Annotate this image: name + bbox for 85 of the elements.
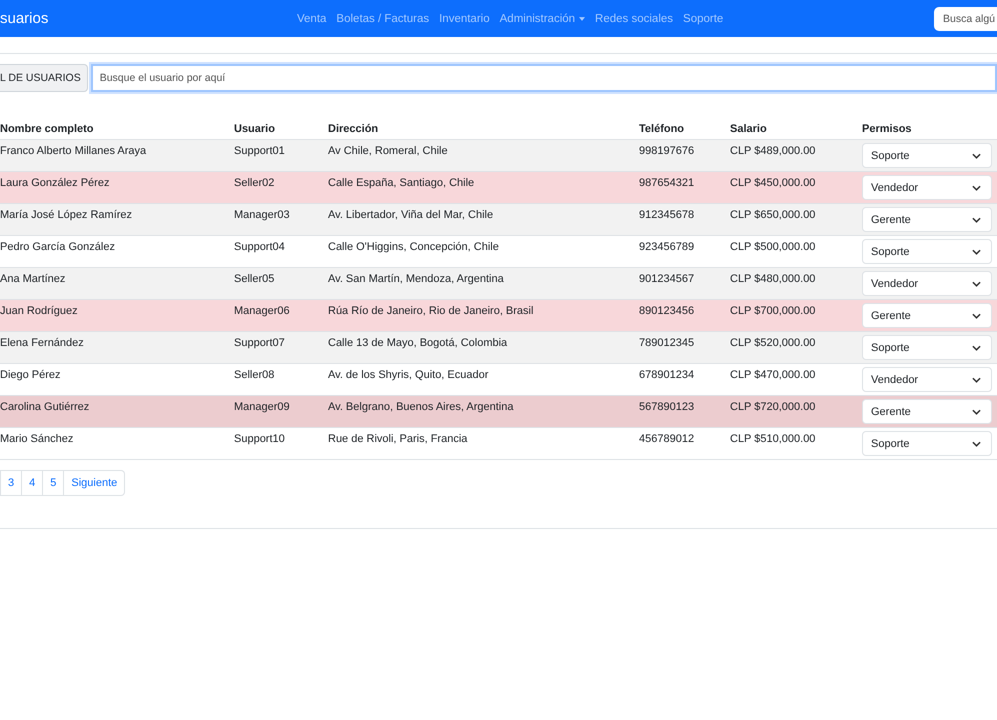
caret-icon <box>579 16 586 20</box>
table-cell: 678901234 <box>639 369 694 381</box>
search-field[interactable]: Busca algú <box>934 6 997 30</box>
table-cell: 789012345 <box>639 337 694 349</box>
chevron-down-icon <box>972 248 981 254</box>
table-cell: María José López Ramírez <box>0 209 132 221</box>
chevron-down-icon <box>972 376 981 382</box>
table-cell: Av. San Martín, Mendoza, Argentina <box>328 273 504 285</box>
table-cell: CLP $489,000.00 <box>730 145 816 157</box>
table-cell: Av. de los Shyris, Quito, Ecuador <box>328 369 488 381</box>
permission-select[interactable]: Soporte <box>862 239 992 264</box>
table-cell: Manager03 <box>234 209 290 221</box>
permission-select[interactable]: Vendedor <box>862 175 992 200</box>
chevron-down-icon <box>972 312 981 318</box>
column-header: Salario <box>730 123 767 135</box>
permission-select[interactable]: Vendedor <box>862 367 992 392</box>
table-cell: 890123456 <box>639 305 694 317</box>
table-cell: CLP $650,000.00 <box>730 209 816 221</box>
table-cell: Ana Martínez <box>0 273 66 285</box>
table-cell: Rue de Rivoli, Paris, Francia <box>328 433 468 445</box>
table-cell: Laura González Pérez <box>0 177 110 189</box>
column-header: Permisos <box>862 123 912 135</box>
table-cell: Av Chile, Romeral, Chile <box>328 145 448 157</box>
table-cell: 567890123 <box>639 401 694 413</box>
table-cell: Rúa Río de Janeiro, Rio de Janeiro, Brasil <box>328 305 534 317</box>
table-cell: Calle España, Santiago, Chile <box>328 177 474 189</box>
table-cell: CLP $470,000.00 <box>730 369 816 381</box>
table-cell: Av. Belgrano, Buenos Aires, Argentina <box>328 401 514 413</box>
permission-select[interactable]: Gerente <box>862 399 992 424</box>
table-cell: 456789012 <box>639 433 694 445</box>
page-link[interactable]: 5 <box>43 470 64 496</box>
table-cell: 901234567 <box>639 273 694 285</box>
table-cell: 912345678 <box>639 209 694 221</box>
table-cell: Av. Libertador, Viña del Mar, Chile <box>328 209 494 221</box>
page-link[interactable]: 3 <box>1 470 22 496</box>
permission-select[interactable]: Soporte <box>862 335 992 360</box>
chevron-down-icon <box>972 344 981 350</box>
table-cell: Carolina Gutiérrez <box>0 401 90 413</box>
table-cell: CLP $520,000.00 <box>730 337 816 349</box>
table-cell: Franco Alberto Millanes Araya <box>0 145 146 157</box>
chevron-down-icon <box>972 408 981 414</box>
table-cell: Manager09 <box>234 401 290 413</box>
table-cell: CLP $720,000.00 <box>730 401 816 413</box>
chevron-down-icon <box>972 152 981 158</box>
table-cell: Juan Rodríguez <box>0 305 78 317</box>
table-cell: Mario Sánchez <box>0 433 74 445</box>
table-cell: Support07 <box>234 337 285 349</box>
table-cell: Support10 <box>234 433 285 445</box>
search-label: L DE USUARIOS <box>0 64 88 92</box>
table-cell: Manager06 <box>234 305 290 317</box>
page-link[interactable]: Siguiente <box>64 470 126 496</box>
table-cell: 987654321 <box>639 177 694 189</box>
table-cell: Calle O'Higgins, Concepción, Chile <box>328 241 499 253</box>
permission-select[interactable]: Soporte <box>862 431 992 456</box>
brand-title[interactable]: suarios <box>0 10 297 27</box>
chevron-down-icon <box>972 280 981 286</box>
table-cell: CLP $450,000.00 <box>730 177 816 189</box>
table-cell: CLP $500,000.00 <box>730 241 816 253</box>
user-search-field[interactable]: Busque el usuario por aquí <box>90 64 997 92</box>
permission-select[interactable]: Gerente <box>862 303 992 328</box>
table-cell: Pedro García González <box>0 241 115 253</box>
table-cell: CLP $700,000.00 <box>730 305 816 317</box>
chevron-down-icon <box>972 216 981 222</box>
column-header: Usuario <box>234 123 275 135</box>
chevron-down-icon <box>972 184 981 190</box>
column-header: Teléfono <box>639 123 684 135</box>
table-cell: CLP $510,000.00 <box>730 433 816 445</box>
table-cell: Diego Pérez <box>0 369 61 381</box>
table-cell: Calle 13 de Mayo, Bogotá, Colombia <box>328 337 508 349</box>
table-cell: Seller05 <box>234 273 274 285</box>
table-cell: Support04 <box>234 241 285 253</box>
table-cell: CLP $480,000.00 <box>730 273 816 285</box>
table-cell: Seller02 <box>234 177 274 189</box>
permission-select[interactable]: Vendedor <box>862 271 992 296</box>
permission-select[interactable]: Gerente <box>862 207 992 232</box>
table-cell: Elena Fernández <box>0 337 84 349</box>
chevron-down-icon <box>972 440 981 446</box>
table-cell: Seller08 <box>234 369 274 381</box>
column-header: Dirección <box>328 123 378 135</box>
page-link[interactable]: 4 <box>22 470 44 496</box>
column-header: Nombre completo <box>0 123 94 135</box>
table-cell: 998197676 <box>639 145 694 157</box>
table-cell: 923456789 <box>639 241 694 253</box>
table-cell: Support01 <box>234 145 285 157</box>
permission-select[interactable]: Soporte <box>862 143 992 168</box>
